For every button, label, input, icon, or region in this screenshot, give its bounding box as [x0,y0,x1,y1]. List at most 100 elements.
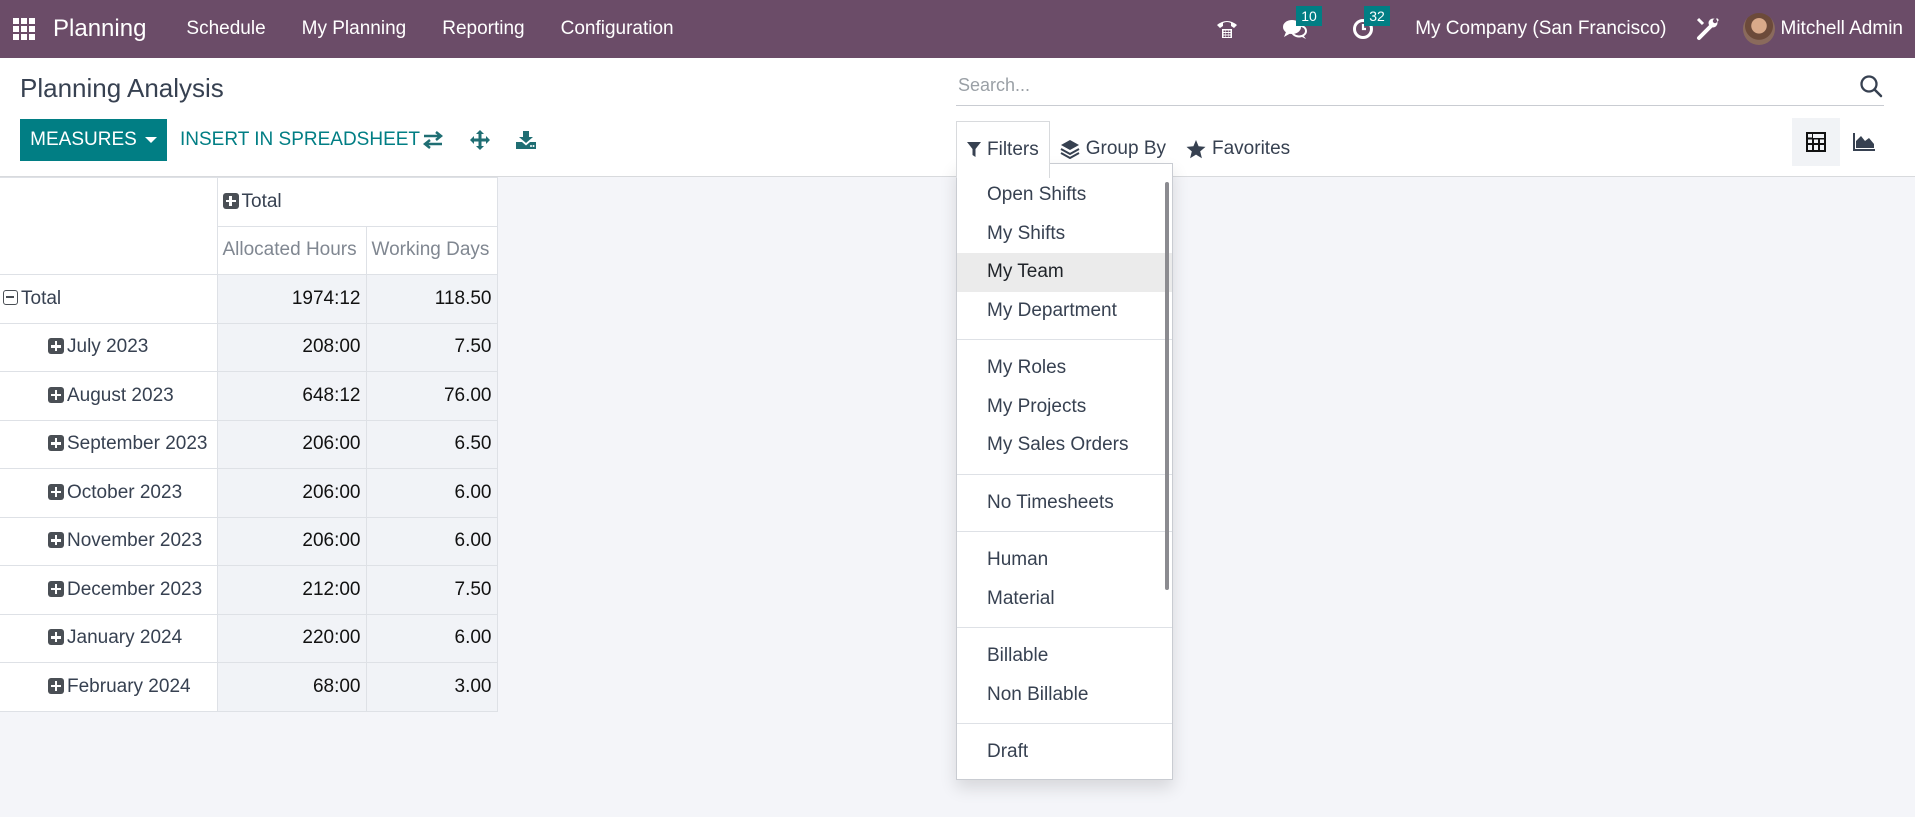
expand-plus-icon[interactable] [222,192,239,209]
caret-down-icon [144,137,157,143]
search-icon[interactable] [1858,73,1884,99]
expand-plus-icon[interactable] [48,677,64,694]
filter-no-timesheets[interactable]: No Timesheets [957,484,1172,523]
filter-my-sales-orders[interactable]: My Sales Orders [957,426,1172,465]
expand-all-icon[interactable] [465,125,495,155]
cell-working-days[interactable]: 7.50 [365,322,498,372]
filter-billable[interactable]: Billable [957,637,1172,676]
measures-label: MEASURES [30,129,137,150]
row-label: December 2023 [67,578,203,600]
filter-open-shifts[interactable]: Open Shifts [957,176,1172,215]
app-brand[interactable]: Planning [53,15,146,43]
filter-human[interactable]: Human [957,541,1172,580]
cell-allocated-hours[interactable]: 212:00 [216,565,367,615]
search-bar [956,66,1884,106]
column-header-total[interactable]: Total [216,177,498,227]
menu-schedule[interactable]: Schedule [168,18,283,40]
measures-button[interactable]: MEASURES [20,119,167,161]
flip-axis-icon[interactable] [418,125,448,155]
filter-published[interactable]: Published [957,772,1172,780]
measure-header-allocated-hours[interactable]: Allocated Hours [216,225,367,275]
row-header[interactable]: January 2024 [0,613,218,663]
measure-header-working-days[interactable]: Working Days [365,225,498,275]
pivot-corner [0,177,218,275]
filter-my-shifts[interactable]: My Shifts [957,215,1172,254]
menu-configuration[interactable]: Configuration [543,18,692,40]
phone-icon[interactable] [1212,14,1242,44]
company-switcher[interactable]: My Company (San Francisco) [1415,18,1666,40]
layers-icon [1060,140,1080,159]
messages-icon[interactable]: 10 [1280,6,1322,44]
dropdown-scrollbar[interactable] [1165,182,1169,590]
cell-allocated-hours[interactable]: 648:12 [216,371,367,421]
dropdown-divider [957,473,1172,475]
apps-menu-icon[interactable] [13,18,35,40]
cell-working-days[interactable]: 6.00 [365,613,498,663]
row-label: October 2023 [67,481,183,503]
table-row: August 2023 648:12 76.00 [0,371,498,421]
row-header[interactable]: August 2023 [0,371,218,421]
expand-plus-icon[interactable] [48,629,64,646]
menu-my-planning[interactable]: My Planning [284,18,425,40]
pivot-view-button[interactable] [1792,118,1840,166]
cell-working-days[interactable]: 76.00 [365,371,498,421]
cell-allocated-hours[interactable]: 68:00 [216,662,367,712]
insert-in-spreadsheet-button[interactable]: INSERT IN SPREADSHEET [180,119,420,161]
expand-plus-icon[interactable] [48,435,64,452]
expand-plus-icon[interactable] [48,580,64,597]
cell-working-days[interactable]: 7.50 [365,565,498,615]
cell-allocated-hours[interactable]: 220:00 [216,613,367,663]
favorites-toggle[interactable]: Favorites [1176,121,1300,177]
user-menu[interactable]: Mitchell Admin [1781,18,1904,40]
filter-my-projects[interactable]: My Projects [957,388,1172,427]
user-avatar[interactable] [1742,13,1775,45]
expand-plus-icon[interactable] [48,386,64,403]
activities-clock-icon[interactable]: 32 [1348,6,1390,44]
page-title: Planning Analysis [20,73,224,103]
filters-toggle[interactable]: Filters [956,121,1050,178]
table-grid-icon [1806,132,1826,152]
cell-allocated-hours[interactable]: 206:00 [216,468,367,518]
collapse-minus-icon[interactable] [3,289,18,305]
table-row: October 2023 206:00 6.00 [0,468,498,518]
row-header[interactable]: December 2023 [0,565,218,615]
cell-working-days[interactable]: 3.00 [365,662,498,712]
cell-working-days[interactable]: 6.00 [365,516,498,566]
row-header[interactable]: September 2023 [0,419,218,469]
cell-allocated-hours[interactable]: 1974:12 [216,274,367,324]
group-by-label: Group By [1085,138,1166,159]
cell-working-days[interactable]: 6.50 [365,419,498,469]
debug-tools-icon[interactable] [1693,14,1723,44]
filter-non-billable[interactable]: Non Billable [957,676,1172,715]
row-header[interactable]: February 2024 [0,662,218,712]
expand-plus-icon[interactable] [48,483,64,500]
area-chart-icon [1853,133,1875,151]
graph-view-button[interactable] [1840,118,1888,166]
row-header-total[interactable]: Total [0,274,218,324]
filter-my-roles[interactable]: My Roles [957,349,1172,388]
cell-allocated-hours[interactable]: 208:00 [216,322,367,372]
cell-allocated-hours[interactable]: 206:00 [216,516,367,566]
cell-allocated-hours[interactable]: 206:00 [216,419,367,469]
filters-label: Filters [987,139,1039,160]
filter-my-team[interactable]: My Team [957,253,1172,292]
row-header[interactable]: October 2023 [0,468,218,518]
table-row: November 2023 206:00 6.00 [0,516,498,566]
filter-my-department[interactable]: My Department [957,292,1172,331]
search-input[interactable] [956,75,1858,96]
download-icon[interactable] [511,125,541,155]
row-header[interactable]: November 2023 [0,516,218,566]
row-label: Total [21,287,62,309]
cell-working-days[interactable]: 6.00 [365,468,498,518]
filter-draft[interactable]: Draft [957,733,1172,772]
expand-plus-icon[interactable] [48,338,64,355]
row-header[interactable]: July 2023 [0,322,218,372]
star-icon [1186,139,1206,158]
messages-count-badge: 10 [1296,6,1322,26]
row-label: January 2024 [67,627,183,649]
filter-material[interactable]: Material [957,580,1172,619]
view-switcher [1792,118,1888,166]
cell-working-days[interactable]: 118.50 [365,274,498,324]
expand-plus-icon[interactable] [48,532,64,549]
menu-reporting[interactable]: Reporting [424,18,542,40]
